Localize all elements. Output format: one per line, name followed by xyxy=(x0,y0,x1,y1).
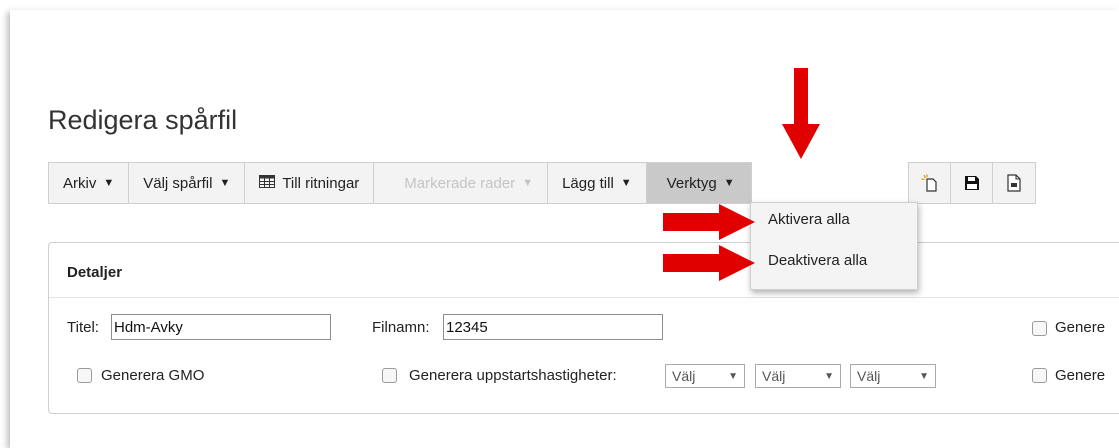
markerade-rader-menu-button: Markerade rader ▼ xyxy=(374,163,549,203)
generera-uppstart-label: Generera uppstartshastigheter: xyxy=(409,367,617,384)
filnamn-label: Filnamn: xyxy=(372,319,430,336)
chevron-down-icon: ▼ xyxy=(219,177,231,189)
generera-uppstart-checkbox[interactable] xyxy=(382,368,397,383)
red-arrow-right-icon xyxy=(663,204,755,240)
valj-sparfil-label: Välj spårfil xyxy=(143,174,213,192)
generera-label-right-2: Genere xyxy=(1055,367,1106,384)
till-ritningar-label: Till ritningar xyxy=(282,174,360,192)
generera-gmo-checkbox[interactable] xyxy=(77,368,92,383)
titel-input[interactable] xyxy=(111,314,331,340)
chevron-down-icon: ▼ xyxy=(919,370,929,382)
chevron-down-icon: ▼ xyxy=(620,177,632,189)
page-title: Redigera spårfil xyxy=(48,105,238,135)
lagg-till-menu-button[interactable]: Lägg till ▼ xyxy=(548,163,647,203)
grid-icon xyxy=(259,174,276,192)
chevron-down-icon: ▼ xyxy=(522,177,534,189)
valj-select-1[interactable]: Välj ▼ xyxy=(665,364,745,388)
valj-select-2-value: Välj xyxy=(762,368,786,384)
menu-item-aktivera-alla[interactable]: Aktivera alla xyxy=(768,211,850,228)
generera-label-right-1: Genere xyxy=(1055,319,1106,336)
generera-checkbox-right-1[interactable] xyxy=(1032,321,1047,336)
markerade-rader-label: Markerade rader xyxy=(404,174,516,192)
verktyg-dropdown-menu: Aktivera alla Deaktivera alla xyxy=(750,202,918,290)
new-file-icon[interactable] xyxy=(909,163,951,203)
icon-toolbar xyxy=(908,162,1036,204)
chevron-down-icon: ▼ xyxy=(103,177,115,189)
main-toolbar: Arkiv ▼ Välj spårfil ▼ Till ritningar Ma… xyxy=(48,162,752,204)
arkiv-label: Arkiv xyxy=(63,174,97,192)
titel-label: Titel: xyxy=(67,319,99,336)
chevron-down-icon: ▼ xyxy=(824,370,834,382)
details-heading: Detaljer xyxy=(67,264,123,281)
divider xyxy=(49,297,1119,298)
filnamn-input[interactable] xyxy=(443,314,663,340)
verktyg-menu-button[interactable]: Verktyg ▼ xyxy=(646,163,751,203)
valj-select-3-value: Välj xyxy=(857,368,881,384)
till-ritningar-button[interactable]: Till ritningar xyxy=(245,163,375,203)
generera-gmo-label: Generera GMO xyxy=(101,367,205,384)
document-icon[interactable] xyxy=(993,163,1035,203)
valj-sparfil-menu-button[interactable]: Välj spårfil ▼ xyxy=(129,163,246,203)
save-icon[interactable] xyxy=(951,163,993,203)
valj-select-2[interactable]: Välj ▼ xyxy=(755,364,841,388)
verktyg-label: Verktyg xyxy=(666,174,717,192)
valj-select-3[interactable]: Välj ▼ xyxy=(850,364,936,388)
lagg-till-label: Lägg till xyxy=(562,174,614,192)
chevron-down-icon: ▼ xyxy=(728,370,738,382)
red-arrow-down-icon xyxy=(782,68,820,159)
details-panel: Detaljer Titel: Filnamn: Genere Generera… xyxy=(48,242,1119,414)
red-arrow-right-icon xyxy=(663,245,755,281)
arkiv-menu-button[interactable]: Arkiv ▼ xyxy=(49,163,130,203)
generera-checkbox-right-2[interactable] xyxy=(1032,368,1047,383)
menu-item-deaktivera-alla[interactable]: Deaktivera alla xyxy=(768,252,867,269)
valj-select-1-value: Välj xyxy=(672,368,696,384)
chevron-down-icon: ▼ xyxy=(723,177,735,189)
